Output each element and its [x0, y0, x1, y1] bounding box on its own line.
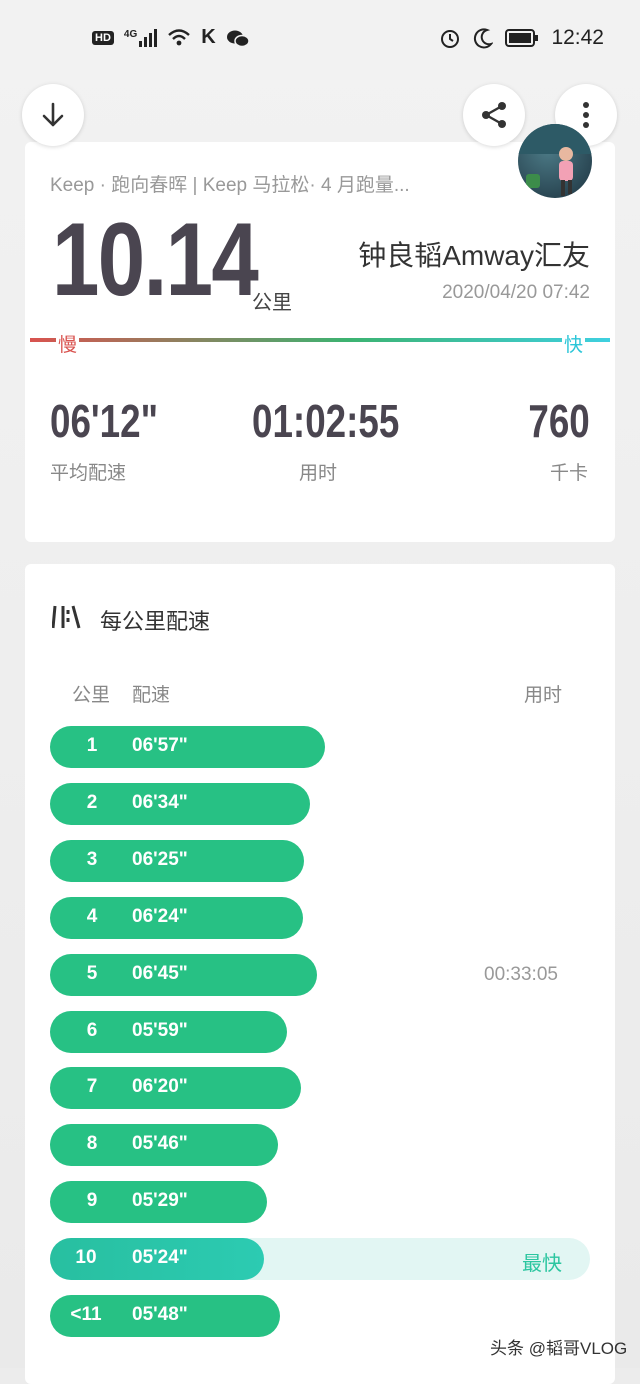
column-km: 公里	[72, 685, 111, 706]
keep-icon: K	[201, 26, 216, 48]
battery-icon	[505, 29, 539, 47]
avg-pace-label: 平均配速	[50, 463, 127, 484]
row-pace: 05'59"	[132, 1020, 188, 1041]
alarm-icon	[441, 30, 460, 48]
distance-unit: 公里	[252, 292, 292, 314]
share-button[interactable]	[463, 84, 525, 146]
row-time: 00:33:05	[484, 964, 558, 985]
row-km: 9	[86, 1190, 98, 1211]
status-bar: HD 4G K 12:42	[0, 18, 640, 58]
speed-gradient-line	[30, 338, 610, 342]
share-icon	[482, 102, 506, 128]
fast-label: 快	[562, 330, 586, 357]
wifi-icon	[168, 28, 191, 45]
user-name: 钟良韬Amway汇友	[358, 240, 590, 271]
runner-avatar-image	[518, 124, 592, 196]
row-pace: 06'20"	[132, 1076, 188, 1097]
status-right: 12:42	[439, 26, 604, 50]
row-pace: 06'34"	[132, 792, 188, 813]
signal-icon: 4G	[123, 28, 158, 47]
row-km: 1	[86, 735, 98, 756]
calories-label: 千卡	[549, 463, 588, 484]
duration-label: 用时	[299, 463, 338, 484]
duration-value: 01:02:55	[252, 395, 400, 447]
distance-value: 10.14	[52, 202, 259, 318]
pace-split-icon	[52, 605, 81, 629]
row-pace: 05'24"	[132, 1247, 188, 1268]
row-pace: 06'25"	[132, 849, 188, 870]
clock: 12:42	[551, 26, 604, 49]
hd-badge: HD	[92, 30, 114, 45]
avatar[interactable]	[518, 124, 592, 198]
watermark: 头条 @韬哥VLOG	[490, 1339, 628, 1358]
row-pace: 05'29"	[132, 1190, 188, 1211]
row-km: 4	[86, 906, 98, 927]
event-subtitle: Keep · 跑向春晖 | Keep 马拉松· 4 月跑量...	[50, 175, 410, 196]
row-pace: 05'48"	[132, 1304, 188, 1325]
more-vertical-icon	[583, 102, 589, 128]
network-type: 4G	[123, 28, 138, 40]
run-datetime: 2020/04/20 07:42	[442, 282, 590, 303]
row-km: 5	[86, 963, 98, 984]
section-title: 每公里配速	[100, 609, 211, 634]
row-km: 7	[86, 1076, 98, 1097]
row-km: 10	[75, 1247, 97, 1268]
row-km: 6	[86, 1020, 98, 1041]
fastest-tag: 最快	[522, 1253, 562, 1275]
row-km: <11	[70, 1304, 102, 1325]
column-pace: 配速	[132, 685, 171, 706]
row-pace: 06'24"	[132, 906, 188, 927]
moon-icon	[474, 28, 494, 49]
slow-label: 慢	[56, 330, 80, 357]
avg-pace-value: 06'12"	[50, 395, 159, 447]
row-km: 2	[86, 792, 98, 813]
column-time: 用时	[524, 685, 563, 706]
row-km: 3	[86, 849, 98, 870]
wechat-icon	[226, 30, 250, 47]
cell-signal-icon	[139, 28, 158, 47]
download-button[interactable]	[22, 84, 84, 146]
row-pace: 06'57"	[132, 735, 188, 756]
row-km: 8	[86, 1133, 98, 1154]
row-pace: 06'45"	[132, 963, 188, 984]
calories-value: 760	[528, 395, 590, 447]
row-pace: 05'46"	[132, 1133, 188, 1154]
arrow-down-icon	[42, 102, 64, 127]
status-left: HD 4G K	[92, 26, 250, 49]
